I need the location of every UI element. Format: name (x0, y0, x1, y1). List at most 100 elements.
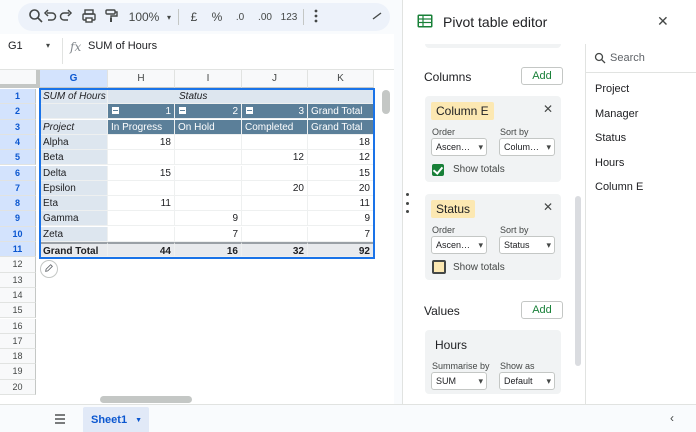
add-value-button[interactable]: Add (521, 301, 563, 319)
field-item-project[interactable]: Project (595, 83, 629, 95)
pivot-blank-cell[interactable] (40, 104, 108, 120)
field-item-column-e[interactable]: Column E (595, 181, 643, 193)
zoom-select[interactable]: 100% (124, 8, 164, 26)
row-header-7[interactable]: 7 (0, 180, 36, 197)
sheet-tab-sheet1[interactable]: Sheet1 ▼ (83, 407, 149, 432)
pivot-row-label[interactable]: Epsilon (40, 180, 108, 196)
pivot-value-cell[interactable] (242, 226, 308, 242)
pivot-grand-total-cell[interactable]: 92 (308, 242, 374, 257)
field-search-input[interactable] (610, 48, 690, 68)
pivot-column-field[interactable]: Status (108, 89, 374, 104)
add-column-button[interactable]: Add (521, 67, 563, 85)
pivot-value-cell[interactable]: 15 (108, 165, 175, 181)
pivot-column-label[interactable]: Grand Total (308, 119, 374, 135)
chevron-down-icon[interactable]: ▼ (135, 417, 142, 424)
collapse-group-icon[interactable] (111, 106, 120, 116)
row-header-8[interactable]: 8 (0, 196, 36, 212)
summarise-by-select[interactable]: SUM (431, 372, 487, 390)
row-header-9[interactable]: 9 (0, 211, 36, 227)
collapse-group-icon[interactable] (245, 106, 254, 116)
pivot-value-cell[interactable] (175, 150, 242, 166)
number-format-button[interactable]: 123 (279, 8, 299, 26)
pivot-value-cell[interactable] (175, 165, 242, 181)
collapse-group-icon[interactable] (178, 106, 187, 116)
pivot-value-cell[interactable]: 15 (308, 165, 374, 181)
show-totals-checkbox[interactable] (432, 164, 444, 176)
pivot-grand-total-label[interactable]: Grand Total (40, 242, 108, 257)
row-header-2[interactable]: 2 (0, 104, 36, 120)
pivot-value-cell[interactable]: 18 (108, 134, 175, 150)
pivot-row-label[interactable]: Eta (40, 196, 108, 212)
row-header-15[interactable]: 15 (0, 303, 36, 319)
pivot-value-cell[interactable]: 18 (308, 134, 374, 150)
pivot-row-field[interactable]: Project (40, 119, 108, 135)
pivot-value-cell[interactable] (108, 211, 175, 227)
show-as-select[interactable]: Default (499, 372, 555, 390)
row-header-6[interactable]: 6 (0, 165, 36, 181)
pivot-value-cell[interactable]: 11 (308, 196, 374, 212)
pivot-value-cell[interactable] (175, 180, 242, 196)
show-totals-checkbox[interactable] (432, 260, 446, 274)
pivot-row-label[interactable]: Alpha (40, 134, 108, 150)
pivot-value-cell[interactable] (242, 211, 308, 227)
horizontal-scrollbar[interactable] (100, 396, 192, 403)
pivot-value-cell[interactable]: 11 (108, 196, 175, 212)
row-header-13[interactable]: 13 (0, 272, 36, 288)
spreadsheet-grid[interactable]: GHIJK 1 2 3 4 5 6 7 8 9 10 11 12 13 14 15 16 17 18 19 20 SU… (0, 70, 394, 406)
vertical-scrollbar[interactable] (382, 90, 390, 114)
pivot-value-cell[interactable] (242, 165, 308, 181)
pivot-row-label[interactable]: Beta (40, 150, 108, 166)
pivot-value-cell[interactable]: 7 (308, 226, 374, 242)
all-sheets-button[interactable] (52, 411, 68, 427)
pivot-value-header[interactable]: SUM of Hours (40, 89, 108, 104)
row-header-1[interactable]: 1 (0, 89, 36, 105)
row-header-4[interactable]: 4 (0, 134, 36, 151)
increase-decimal-button[interactable]: .00 (254, 8, 276, 26)
pivot-row-label[interactable]: Zeta (40, 226, 108, 242)
print-button[interactable] (79, 8, 99, 26)
formula-input[interactable]: SUM of Hours (88, 40, 157, 52)
row-header-14[interactable]: 14 (0, 287, 36, 304)
chevron-down-icon[interactable]: ▾ (46, 41, 50, 50)
percent-format-button[interactable]: % (209, 8, 225, 26)
pivot-grand-total-header[interactable]: Grand Total (308, 104, 374, 120)
row-header-17[interactable]: 17 (0, 333, 36, 350)
pivot-value-cell[interactable] (175, 134, 242, 150)
order-select[interactable]: Ascen… (431, 236, 487, 254)
pivot-grand-total-cell[interactable]: 16 (175, 242, 242, 257)
sort-by-select[interactable]: Status (499, 236, 555, 254)
more-options-button[interactable] (310, 8, 322, 26)
row-header-3[interactable]: 3 (0, 119, 36, 135)
chevron-left-icon[interactable]: ‹ (670, 411, 674, 425)
row-header-11[interactable]: 11 (0, 242, 36, 258)
pivot-value-cell[interactable] (175, 196, 242, 212)
pivot-grand-total-cell[interactable]: 44 (108, 242, 175, 257)
pivot-column-index[interactable]: 2 (175, 104, 242, 120)
row-header-10[interactable]: 10 (0, 226, 36, 242)
column-header-g[interactable]: G (40, 70, 108, 88)
pivot-value-cell[interactable] (108, 150, 175, 166)
editor-scrollbar[interactable] (575, 196, 581, 366)
pivot-value-cell[interactable] (242, 196, 308, 212)
pivot-value-cell[interactable]: 12 (242, 150, 308, 166)
field-item-hours[interactable]: Hours (595, 157, 624, 169)
edit-pivot-button[interactable] (40, 260, 58, 278)
pivot-value-cell[interactable]: 20 (242, 180, 308, 196)
row-header-19[interactable]: 19 (0, 364, 36, 380)
pivot-value-cell[interactable]: 20 (308, 180, 374, 196)
row-header-5[interactable]: 5 (0, 150, 36, 166)
close-icon[interactable]: ✕ (657, 13, 669, 30)
pivot-value-cell[interactable]: 7 (175, 226, 242, 242)
pivot-column-label[interactable]: In Progress (108, 119, 175, 135)
row-header-18[interactable]: 18 (0, 349, 36, 365)
row-header-16[interactable]: 16 (0, 318, 36, 334)
decrease-decimal-button[interactable]: .0 (230, 8, 250, 26)
collapse-toolbar-button[interactable] (370, 8, 384, 26)
pivot-row-label[interactable]: Gamma (40, 211, 108, 227)
pivot-value-cell[interactable] (108, 226, 175, 242)
pivot-row-label[interactable]: Delta (40, 165, 108, 181)
pivot-column-index[interactable]: 3 (242, 104, 308, 120)
pivot-column-label[interactable]: Completed (242, 119, 308, 135)
field-item-manager[interactable]: Manager (595, 108, 638, 120)
currency-format-button[interactable]: £ (186, 8, 202, 26)
